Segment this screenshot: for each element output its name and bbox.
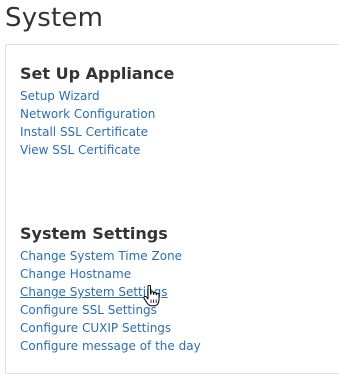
- change-system-settings-link[interactable]: Change System Settings: [20, 283, 201, 301]
- system-settings-section: System Settings Change System Time Zone …: [20, 224, 201, 355]
- configure-cuxip-settings-link[interactable]: Configure CUXIP Settings: [20, 319, 201, 337]
- setup-appliance-section: Set Up Appliance Setup Wizard Network Co…: [20, 64, 174, 159]
- hand-pointer-icon: [143, 285, 160, 307]
- configure-ssl-settings-link[interactable]: Configure SSL Settings: [20, 301, 201, 319]
- network-configuration-link[interactable]: Network Configuration: [20, 105, 174, 123]
- change-system-time-zone-link[interactable]: Change System Time Zone: [20, 247, 201, 265]
- setup-appliance-links: Setup Wizard Network Configuration Insta…: [20, 87, 174, 159]
- setup-appliance-heading: Set Up Appliance: [20, 64, 175, 83]
- install-ssl-certificate-link[interactable]: Install SSL Certificate: [20, 123, 174, 141]
- view-ssl-certificate-link[interactable]: View SSL Certificate: [20, 141, 174, 159]
- page-title: System: [5, 3, 104, 33]
- setup-wizard-link[interactable]: Setup Wizard: [20, 87, 174, 105]
- system-settings-links: Change System Time Zone Change Hostname …: [20, 247, 201, 355]
- system-panel: Set Up Appliance Setup Wizard Network Co…: [5, 44, 339, 374]
- change-hostname-link[interactable]: Change Hostname: [20, 265, 201, 283]
- system-settings-heading: System Settings: [20, 224, 168, 243]
- configure-message-of-the-day-link[interactable]: Configure message of the day: [20, 337, 201, 355]
